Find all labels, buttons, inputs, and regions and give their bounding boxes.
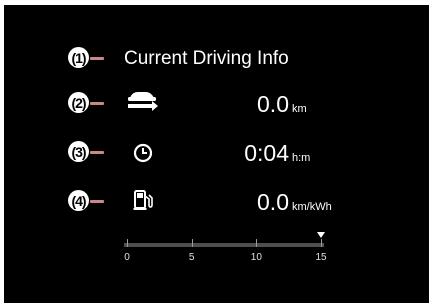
leader-line-2 [90, 102, 104, 105]
scale-tick-label: 10 [250, 252, 262, 263]
scale-tick-label: 0 [124, 252, 130, 263]
page-title: Current Driving Info [124, 48, 289, 69]
scale-tick-label: 15 [315, 252, 327, 263]
leader-line-3 [90, 151, 104, 154]
car-distance-icon [124, 89, 160, 118]
driving-time-unit: h:m [292, 152, 311, 164]
leader-line-1 [90, 57, 104, 60]
callout-1: (1) [68, 47, 89, 68]
clock-icon [132, 142, 154, 169]
scale-tick [256, 239, 258, 247]
scale-tick [127, 239, 128, 247]
scale-marker [317, 232, 325, 238]
leader-line-4 [90, 200, 104, 203]
efficiency-value: 0.0 [257, 189, 289, 215]
scale-track [124, 243, 324, 247]
fuel-pump-icon [132, 188, 154, 217]
efficiency-unit: km/kWh [292, 201, 332, 213]
scale-tick-label: 5 [188, 252, 195, 263]
scale-tick [191, 239, 193, 247]
driving-time-value: 0:04 [244, 140, 289, 166]
callout-3: (3) [68, 141, 89, 162]
callout-4: (4) [68, 190, 89, 211]
distance-unit: km [292, 103, 307, 115]
scale-tick [321, 239, 322, 247]
driving-info-screen: (1) Current Driving Info (2) 0.0 km (3) … [4, 5, 429, 303]
callout-2: (2) [68, 92, 89, 113]
efficiency-scale: 0 5 10 15 [124, 232, 329, 263]
distance-value: 0.0 [257, 91, 289, 117]
